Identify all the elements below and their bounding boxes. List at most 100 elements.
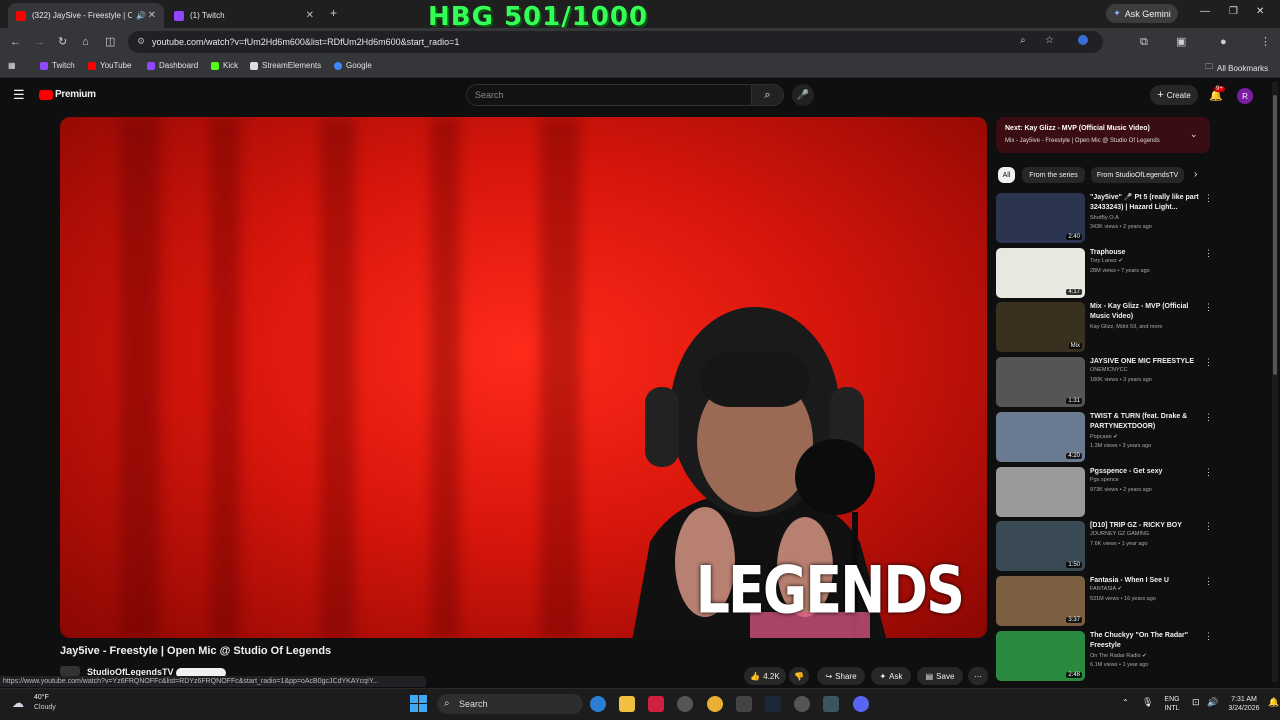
app-4k-icon[interactable]	[794, 696, 810, 712]
bookmark-dashboard[interactable]: Dashboard	[147, 61, 198, 70]
more-options-icon[interactable]: ⋮	[1204, 193, 1213, 204]
file-explorer-icon[interactable]	[619, 696, 635, 712]
ask-button[interactable]: ✦ Ask	[871, 667, 911, 685]
recommendation-title[interactable]: Mix - Kay Glizz - MVP (Official Music Vi…	[1090, 302, 1202, 322]
recommendation-channel[interactable]: Tory Lanez ✔	[1090, 258, 1123, 264]
more-options-icon[interactable]: ⋮	[1204, 576, 1213, 587]
video-thumbnail[interactable]: 2:48	[996, 630, 1085, 681]
chip-from-series[interactable]: From the series	[1022, 167, 1085, 183]
tray-overflow-icon[interactable]: ⌃	[1122, 698, 1129, 707]
app-settings-icon[interactable]	[677, 696, 693, 712]
app-grid-icon[interactable]	[736, 696, 752, 712]
recommendation-title[interactable]: TWIST & TURN (feat. Drake & PARTYNEXTDOO…	[1090, 412, 1202, 432]
recommendation-title[interactable]: Traphouse	[1090, 248, 1202, 258]
more-actions-button[interactable]: ⋯	[968, 667, 988, 685]
recommendation-channel[interactable]: On The Radar Radio ✔	[1090, 653, 1147, 659]
recommendation-title[interactable]: Pgsspence - Get sexy	[1090, 467, 1202, 477]
chip-from-channel[interactable]: From StudioOfLegendsTV	[1091, 167, 1184, 183]
weather-desc[interactable]: Cloudy	[34, 704, 56, 711]
extension-badge-icon[interactable]	[1078, 35, 1088, 45]
minimize-icon[interactable]: —	[1200, 6, 1210, 17]
channel-avatar[interactable]	[60, 666, 80, 676]
mix-playlist-header[interactable]: Next: Kay Glizz - MVP (Official Music Vi…	[996, 117, 1210, 153]
extensions-icon[interactable]: ⧉	[1140, 36, 1148, 48]
side-panel-icon[interactable]: ◫	[105, 36, 115, 48]
volume-icon[interactable]: 🔊	[1207, 697, 1218, 708]
recommendation-channel[interactable]: Kay Glizz, Mdot 59, and more	[1090, 324, 1162, 330]
recommendation-title[interactable]: [D10] TRIP GZ - RICKY BOY	[1090, 521, 1202, 531]
recommendation-channel[interactable]: ONEMICNYCC	[1090, 367, 1128, 373]
scrollbar-thumb[interactable]	[1273, 95, 1277, 375]
bookmark-streamelements[interactable]: StreamElements	[250, 61, 321, 70]
more-options-icon[interactable]: ⋮	[1204, 357, 1213, 368]
video-thumbnail[interactable]: Mix	[996, 302, 1085, 353]
close-tab-icon[interactable]: ✕	[306, 10, 314, 21]
save-button[interactable]: ▤ Save	[917, 667, 963, 685]
recommendation-channel[interactable]: ShotBy O.A	[1090, 215, 1119, 221]
recommendation-title[interactable]: "Jay5ive" 🎤 Pt 5 (really like part 32433…	[1090, 193, 1202, 213]
recommendation-channel[interactable]: FANTASIA ✔	[1090, 586, 1122, 592]
forward-icon[interactable]: →	[34, 36, 45, 48]
discord-icon[interactable]	[853, 696, 869, 712]
avatar[interactable]: R	[1237, 88, 1253, 104]
recommendation-item[interactable]: 3:37 Fantasia - When I See U FANTASIA ✔ 531…	[996, 575, 1213, 626]
edge-icon[interactable]	[590, 696, 606, 712]
recommendation-title[interactable]: JAYSIVE ONE MIC FREESTYLE	[1090, 357, 1202, 367]
bookmark-google[interactable]: Google	[334, 61, 372, 70]
network-icon[interactable]: ⊡	[1192, 697, 1200, 708]
microphone-icon[interactable]: 🎤	[792, 84, 814, 106]
apps-grid-icon[interactable]: ▦	[8, 61, 16, 70]
video-thumbnail[interactable]: 3:37	[996, 575, 1085, 626]
recommendation-item[interactable]: Mix Mix - Kay Glizz - MVP (Official Music…	[996, 302, 1213, 353]
bookmark-kick[interactable]: Kick	[211, 61, 238, 70]
taskbar-search[interactable]: ⌕ Search	[437, 694, 583, 714]
bookmark-youtube[interactable]: YouTube	[88, 61, 131, 70]
video-thumbnail[interactable]: 1:31	[996, 357, 1085, 408]
chrome-icon[interactable]	[707, 696, 723, 712]
youtube-premium-logo[interactable]: Premium	[55, 89, 96, 100]
bookmark-twitch[interactable]: Twitch	[40, 61, 75, 70]
app-a-icon[interactable]	[648, 696, 664, 712]
recommendation-item[interactable]: 1:31 JAYSIVE ONE MIC FREESTYLE ONEMICNYCC 1…	[996, 357, 1213, 408]
video-thumbnail[interactable]	[996, 466, 1085, 517]
more-options-icon[interactable]: ⋮	[1204, 631, 1213, 642]
ask-gemini-button[interactable]: ✦ Ask Gemini	[1106, 4, 1178, 23]
recommendation-title[interactable]: The Chuckyy "On The Radar" Freestyle	[1090, 631, 1202, 651]
language-indicator[interactable]: ENG INTL	[1160, 695, 1184, 713]
cloud-icon[interactable]: ☁	[12, 696, 24, 710]
recommendation-channel[interactable]: Popcaan ✔	[1090, 434, 1118, 440]
reload-icon[interactable]: ↻	[58, 36, 67, 48]
recommendation-title[interactable]: Fantasia - When I See U	[1090, 576, 1202, 586]
recommendation-channel[interactable]: JOURNEY GZ GAMING	[1090, 531, 1149, 537]
steam-icon[interactable]	[765, 696, 781, 712]
more-options-icon[interactable]: ⋮	[1204, 412, 1213, 423]
recommendation-item[interactable]: Pgsspence - Get sexy Pgs spence 973K views…	[996, 466, 1213, 517]
more-options-icon[interactable]: ⋮	[1204, 302, 1213, 313]
tab-search-icon[interactable]: ▣	[1176, 36, 1186, 48]
all-bookmarks[interactable]: 🗀 All Bookmarks	[1205, 61, 1268, 75]
share-button[interactable]: ↪ Share	[817, 667, 865, 685]
back-icon[interactable]: ←	[10, 36, 21, 48]
restore-icon[interactable]: ❐	[1229, 6, 1238, 17]
profile-icon[interactable]: ●	[1220, 36, 1227, 48]
weather-temp[interactable]: 40°F	[34, 694, 49, 701]
recommendation-item[interactable]: 2:40 "Jay5ive" 🎤 Pt 5 (really like part 3…	[996, 193, 1213, 243]
app-x-icon[interactable]	[823, 696, 839, 712]
chip-all[interactable]: All	[998, 167, 1015, 183]
recommendation-item[interactable]: 1:50 [D10] TRIP GZ - RICKY BOY JOURNEY GZ …	[996, 521, 1213, 572]
menu-dots-icon[interactable]: ⋮	[1260, 36, 1271, 48]
more-options-icon[interactable]: ⋮	[1204, 521, 1213, 532]
search-icon[interactable]: ⌕	[752, 84, 784, 106]
home-icon[interactable]: ⌂	[82, 36, 89, 48]
video-thumbnail[interactable]: 4:20	[996, 411, 1085, 462]
clock[interactable]: 7:31 AM 3/24/2026	[1222, 695, 1266, 713]
bookmark-star-icon[interactable]: ☆	[1045, 35, 1054, 46]
tray-mic-icon[interactable]: 🎙	[1142, 697, 1153, 708]
close-tab-icon[interactable]: ✕	[148, 10, 156, 21]
chevron-down-icon[interactable]: ⌄	[1190, 129, 1198, 140]
video-thumbnail[interactable]: 2:40	[996, 193, 1085, 243]
chevron-right-icon[interactable]: ›	[1194, 169, 1197, 181]
search-input[interactable]: Search	[466, 84, 752, 106]
notification-center-icon[interactable]: 🔔	[1268, 697, 1279, 708]
close-window-icon[interactable]: ✕	[1256, 6, 1264, 17]
